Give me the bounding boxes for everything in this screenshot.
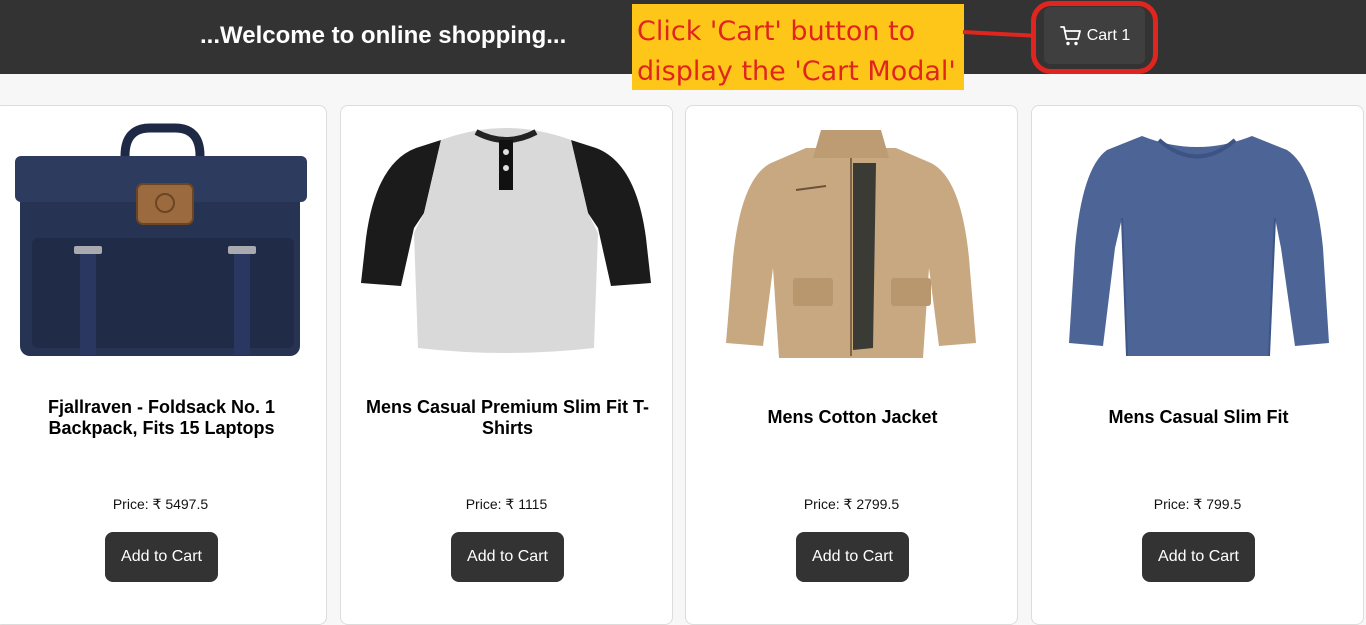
product-card: Mens Casual Premium Slim Fit T-Shirts Pr… [340, 105, 673, 625]
cotton-jacket-image [701, 118, 1001, 368]
add-to-cart-button[interactable]: Add to Cart [105, 532, 218, 582]
product-card: Mens Cotton Jacket Price: ₹ 2799.5 Add t… [685, 105, 1018, 625]
product-title: Mens Cotton Jacket [767, 407, 938, 427]
add-to-cart-button[interactable]: Add to Cart [451, 532, 564, 582]
product-card: Fjallraven - Foldsack No. 1 Backpack, Fi… [0, 105, 327, 625]
product-price: Price: ₹ 799.5 [1153, 496, 1242, 512]
product-title: Fjallraven - Foldsack No. 1 Backpack, Fi… [47, 397, 276, 438]
add-to-cart-button[interactable]: Add to Cart [1142, 532, 1255, 582]
raglan-tshirt-image [356, 118, 656, 368]
product-price: Price: ₹ 2799.5 [803, 496, 900, 512]
backpack-image [10, 118, 310, 368]
product-price: Price: ₹ 5497.5 [112, 496, 209, 512]
annotation-highlight-ring [1031, 1, 1158, 74]
slim-fit-shirt-image [1047, 118, 1347, 368]
product-price: Price: ₹ 1115 [465, 496, 548, 512]
add-to-cart-button[interactable]: Add to Cart [796, 532, 909, 582]
annotation-callout: Click 'Cart' button to display the 'Cart… [632, 4, 964, 90]
product-title: Mens Casual Slim Fit [1108, 407, 1289, 427]
welcome-title: ...Welcome to online shopping... [200, 22, 567, 49]
product-title: Mens Casual Premium Slim Fit T-Shirts [365, 397, 650, 438]
product-card: Mens Casual Slim Fit Price: ₹ 799.5 Add … [1031, 105, 1364, 625]
